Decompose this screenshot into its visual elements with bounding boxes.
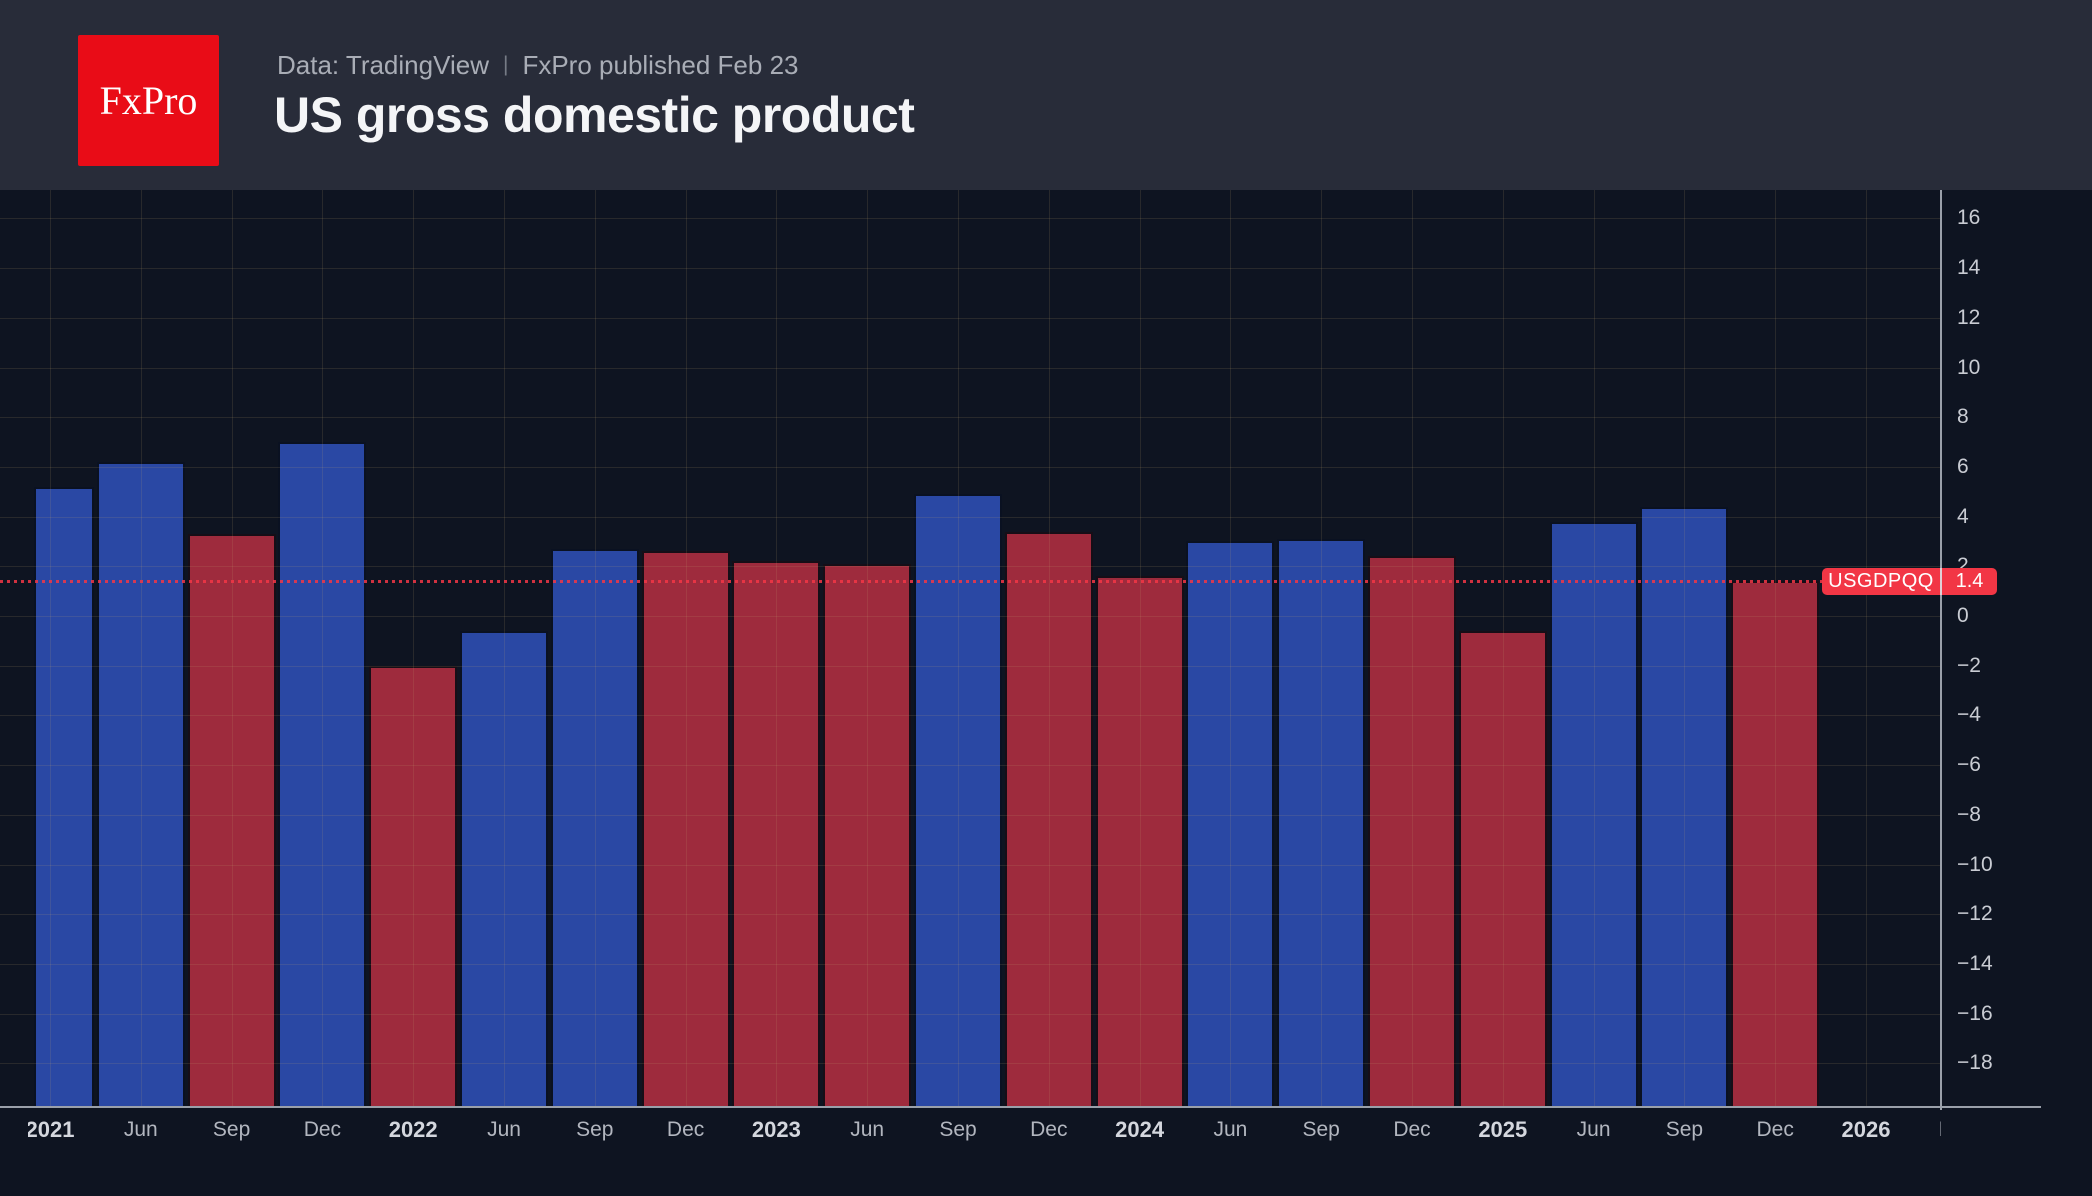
time-tick-label: Jun	[487, 1116, 521, 1144]
time-tick-label: 2022	[389, 1116, 438, 1144]
time-tick-label: 2024	[1115, 1116, 1164, 1144]
gdp-bar-q2-2024	[1186, 541, 1274, 1107]
time-tick-label: Sep	[576, 1116, 613, 1144]
price-tick-label: 0	[1957, 603, 1969, 629]
fxpro-logo-text: FxPro	[100, 77, 198, 124]
gdp-bar-q1-2025	[1459, 631, 1547, 1107]
time-tick-label: Jun	[124, 1116, 158, 1144]
data-source-line: Data: TradingView | FxPro published Feb …	[277, 50, 799, 81]
gdp-bar-q4-2022	[642, 551, 730, 1107]
time-scale: 2021 Jun Sep Dec 2022 Jun Sep Dec 2023 Jun Sep Dec 2…	[28, 1107, 1941, 1177]
gdp-bar-q2-2021	[97, 462, 185, 1107]
gdp-bar-q2-2022	[460, 631, 548, 1107]
time-tick-label: Sep	[1666, 1116, 1703, 1144]
gdp-bar-q1-2022	[369, 666, 457, 1107]
gdp-bar-q3-2025	[1640, 507, 1728, 1107]
gdp-bar-q1-2024	[1096, 576, 1184, 1107]
header: FxPro Data: TradingView | FxPro publishe…	[0, 0, 2092, 190]
last-price-value: 1.4	[1942, 570, 1997, 593]
time-tick-label: Dec	[1393, 1116, 1430, 1144]
last-price-badge: USGDPQQ 1.4	[1822, 568, 1997, 595]
time-tick-label: Jun	[1577, 1116, 1611, 1144]
last-price-line	[0, 580, 1941, 583]
price-tick-label: 8	[1957, 404, 1969, 430]
gdp-bar-q2-2023	[823, 564, 911, 1107]
time-tick-label: Sep	[1303, 1116, 1340, 1144]
gdp-bar-q2-2025	[1550, 522, 1638, 1107]
price-tick-label: −16	[1957, 1001, 1993, 1027]
time-tick-label: Dec	[1757, 1116, 1794, 1144]
price-tick-label: −6	[1957, 752, 1981, 778]
fxpro-gdp-chart-screenshot: FxPro Data: TradingView | FxPro publishe…	[0, 0, 2092, 1196]
gdp-bar-q4-2021	[278, 442, 366, 1107]
price-tick-label: −10	[1957, 852, 1993, 878]
time-tick-label: Jun	[1213, 1116, 1247, 1144]
data-source-text: Data: TradingView	[277, 50, 489, 81]
price-tick-label: 10	[1957, 355, 1980, 381]
separator-bar: |	[503, 53, 508, 77]
gdp-bar-q3-2023	[914, 494, 1002, 1107]
bars-layer	[0, 190, 1941, 1107]
price-tick-label: 16	[1957, 205, 1980, 231]
gdp-bar-q3-2021	[188, 534, 276, 1107]
price-tick-label: −4	[1957, 702, 1981, 728]
time-tick-label: Dec	[667, 1116, 704, 1144]
time-tick-label: 2023	[752, 1116, 801, 1144]
time-tick-label: Dec	[304, 1116, 341, 1144]
time-tick-label: 2025	[1478, 1116, 1527, 1144]
chart-area: 1614121086420−2−4−6−8−10−12−14−16−18 202…	[0, 190, 2092, 1196]
gdp-bar-q1-2023	[732, 561, 820, 1107]
gdp-bar-q3-2022	[551, 549, 639, 1107]
price-axis-line	[1940, 190, 1942, 1110]
page-title: US gross domestic product	[274, 86, 914, 144]
time-tick-label: 2026	[1842, 1116, 1891, 1144]
gdp-bar-q4-2024	[1368, 556, 1456, 1107]
time-tick-label: Sep	[939, 1116, 976, 1144]
price-tick-label: −2	[1957, 653, 1981, 679]
price-tick-label: 14	[1957, 255, 1980, 281]
price-tick-label: 6	[1957, 454, 1969, 480]
gdp-bar-q4-2025	[1731, 581, 1819, 1107]
gdp-bar-q4-2023	[1005, 532, 1093, 1108]
time-tick-label: Feb	[1939, 1116, 1941, 1144]
price-tick-label: −8	[1957, 802, 1981, 828]
gdp-bar-q3-2024	[1277, 539, 1365, 1107]
publisher-text: FxPro published Feb 23	[522, 50, 798, 81]
time-tick-label: Sep	[213, 1116, 250, 1144]
price-tick-label: −14	[1957, 951, 1993, 977]
time-tick-label: Jun	[850, 1116, 884, 1144]
time-tick-label: 2021	[28, 1116, 74, 1144]
fxpro-logo: FxPro	[78, 35, 219, 166]
price-tick-label: 4	[1957, 504, 1969, 530]
symbol-label: USGDPQQ	[1822, 570, 1940, 593]
price-tick-label: 12	[1957, 305, 1980, 331]
price-tick-label: −12	[1957, 901, 1993, 927]
price-tick-label: −18	[1957, 1050, 1993, 1076]
time-tick-label: Dec	[1030, 1116, 1067, 1144]
